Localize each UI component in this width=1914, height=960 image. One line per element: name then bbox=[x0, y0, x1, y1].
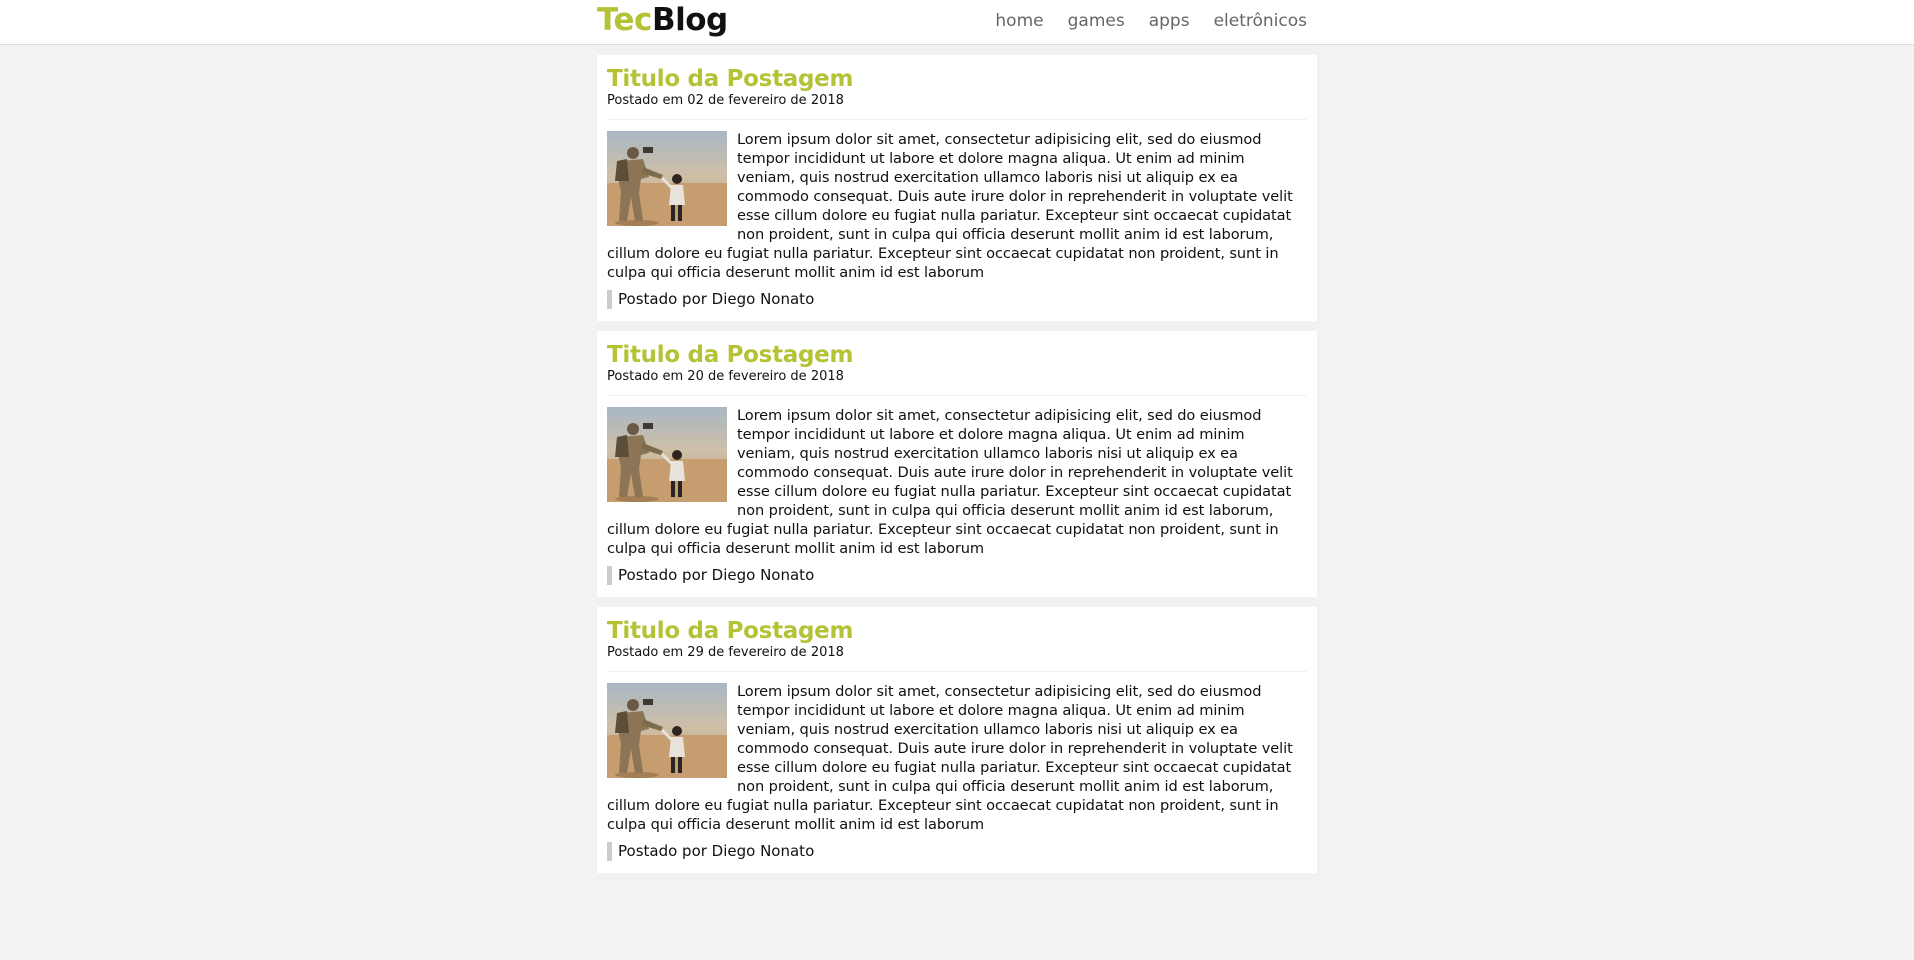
post-card: Titulo da Postagem Postado em 02 de feve… bbox=[597, 55, 1317, 321]
post-date: Postado em 20 de fevereiro de 2018 bbox=[607, 369, 844, 384]
post-title[interactable]: Titulo da Postagem bbox=[607, 617, 1307, 645]
post-title[interactable]: Titulo da Postagem bbox=[607, 341, 1307, 369]
nav-games[interactable]: games bbox=[1068, 9, 1125, 33]
post-body: Lorem ipsum dolor sit amet, consectetur … bbox=[607, 406, 1307, 558]
header-inner: TecBlog home games apps eletrônicos bbox=[597, 0, 1317, 45]
main-nav: home games apps eletrônicos bbox=[971, 9, 1307, 33]
post-body: Lorem ipsum dolor sit amet, consectetur … bbox=[607, 682, 1307, 834]
logo-tec: Tec bbox=[597, 2, 652, 38]
post-body: Lorem ipsum dolor sit amet, consectetur … bbox=[607, 130, 1307, 282]
site-logo[interactable]: TecBlog bbox=[597, 0, 728, 40]
logo-blog: Blog bbox=[651, 2, 728, 38]
soldier-child-photo bbox=[607, 131, 727, 226]
post-divider bbox=[607, 119, 1307, 120]
post-author: Postado por Diego Nonato bbox=[607, 290, 1307, 309]
post-date: Postado em 29 de fevereiro de 2018 bbox=[607, 645, 844, 660]
post-title[interactable]: Titulo da Postagem bbox=[607, 65, 1307, 93]
post-author: Postado por Diego Nonato bbox=[607, 842, 1307, 861]
post-divider bbox=[607, 671, 1307, 672]
nav-home[interactable]: home bbox=[995, 9, 1043, 33]
soldier-child-photo bbox=[607, 407, 727, 502]
site-header: TecBlog home games apps eletrônicos bbox=[0, 0, 1914, 45]
post-author: Postado por Diego Nonato bbox=[607, 566, 1307, 585]
post-date: Postado em 02 de fevereiro de 2018 bbox=[607, 93, 844, 108]
posts-container: Titulo da Postagem Postado em 02 de feve… bbox=[597, 55, 1317, 873]
post-card: Titulo da Postagem Postado em 29 de feve… bbox=[597, 607, 1317, 873]
post-card: Titulo da Postagem Postado em 20 de feve… bbox=[597, 331, 1317, 597]
nav-eletronicos[interactable]: eletrônicos bbox=[1214, 9, 1307, 33]
soldier-child-photo bbox=[607, 683, 727, 778]
post-divider bbox=[607, 395, 1307, 396]
nav-apps[interactable]: apps bbox=[1149, 9, 1190, 33]
